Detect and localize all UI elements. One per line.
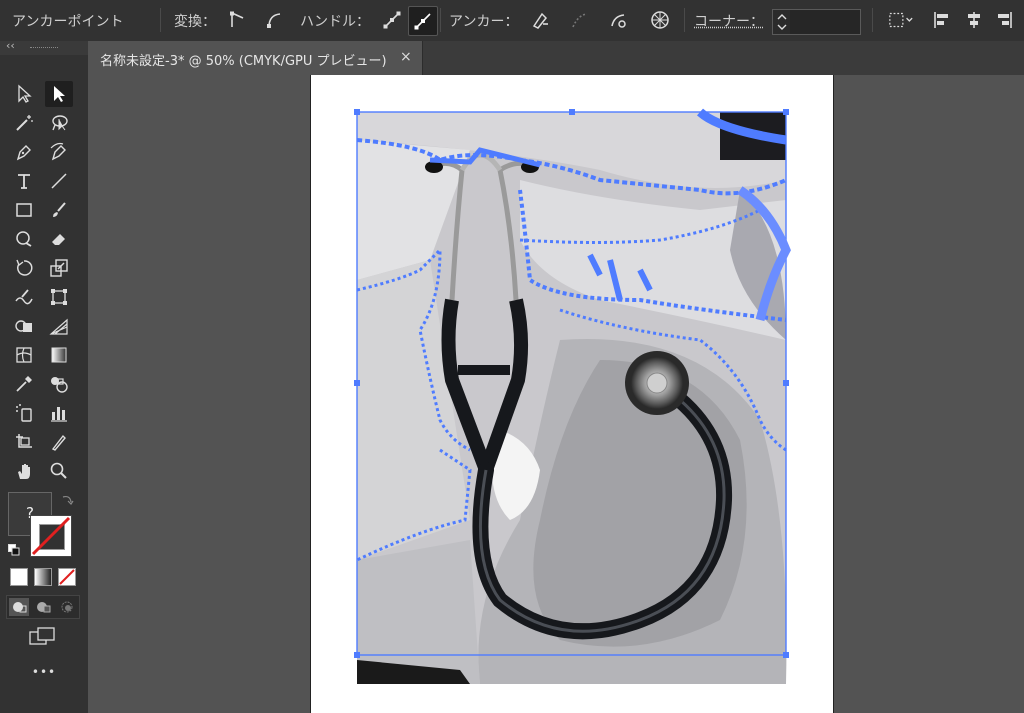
placed-image[interactable] (357, 112, 787, 684)
artwork-canvas[interactable] (0, 0, 1024, 713)
